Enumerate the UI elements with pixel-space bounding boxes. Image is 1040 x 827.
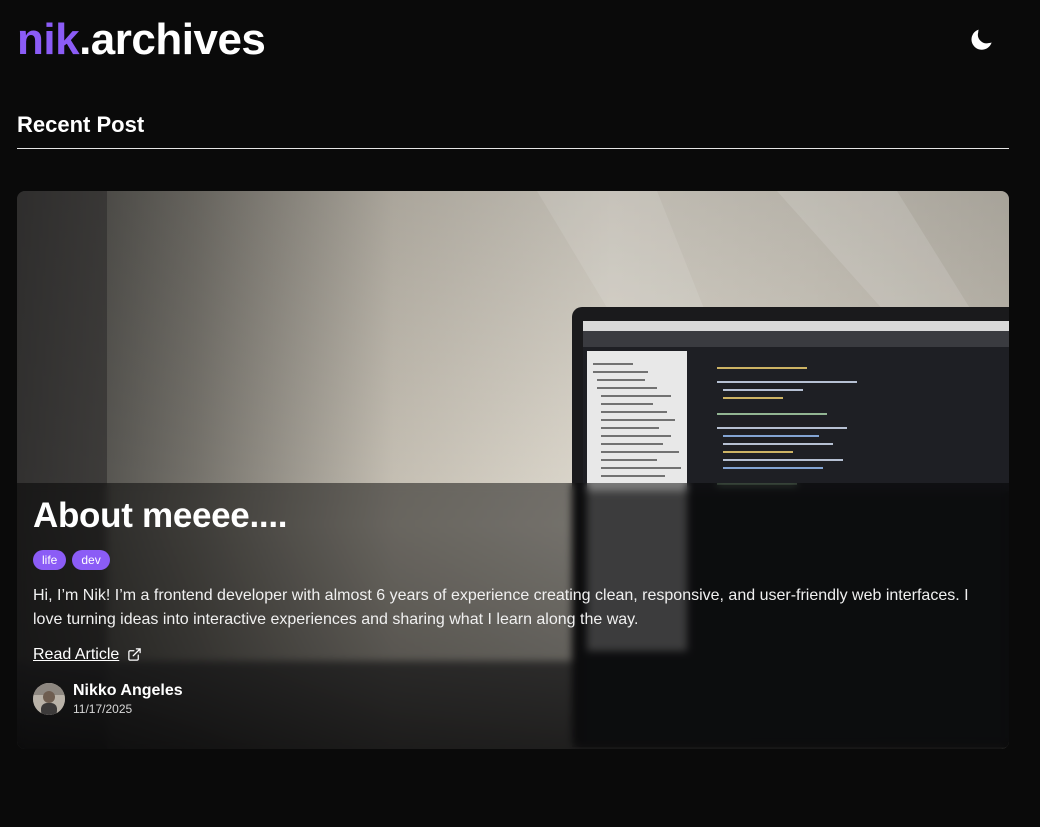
page: nik.archives Recent Post About meeee....… (0, 0, 1040, 827)
tag-life[interactable]: life (33, 549, 67, 570)
external-link-icon (128, 648, 142, 661)
section-title: Recent Post (17, 112, 1009, 149)
read-article-link[interactable]: Read Article (33, 646, 142, 664)
author-avatar[interactable] (33, 682, 65, 715)
moon-icon (971, 29, 992, 50)
author-name[interactable]: Nikko Angeles (73, 682, 183, 700)
post-excerpt: Hi, I’m Nik! I’m a frontend developer wi… (33, 586, 969, 628)
read-article-label: Read Article (33, 645, 120, 663)
site-logo[interactable]: nik.archives (17, 15, 266, 64)
site-header: nik.archives (17, 14, 1009, 66)
logo-rest: .archives (79, 15, 266, 64)
author-info: Nikko Angeles 11/17/2025 (33, 682, 993, 717)
logo-accent: nik (17, 15, 80, 64)
post-title[interactable]: About meeee.... (33, 496, 993, 536)
tag-dev[interactable]: dev (72, 549, 110, 570)
tag-list: life dev (33, 549, 993, 570)
theme-toggle-button[interactable] (965, 23, 999, 57)
author-meta: Nikko Angeles 11/17/2025 (73, 682, 183, 717)
post-date: 11/17/2025 (73, 702, 133, 717)
post-card[interactable]: About meeee.... life dev Hi, I’m Nik! I’… (17, 191, 1009, 749)
card-content: About meeee.... life dev Hi, I’m Nik! I’… (33, 496, 993, 717)
